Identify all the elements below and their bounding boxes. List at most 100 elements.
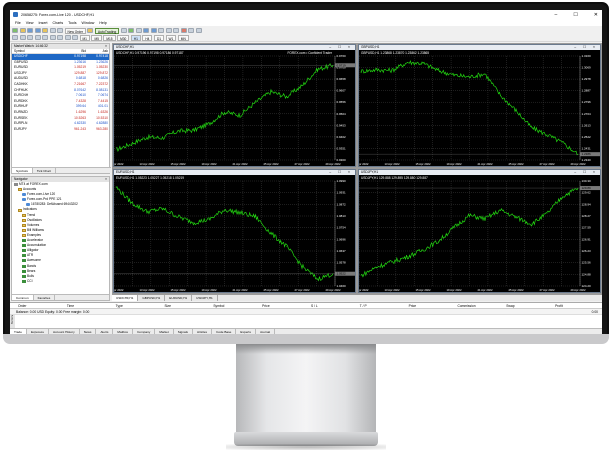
market-watch-row[interactable]: EURJPY 961.243 963.280 bbox=[12, 127, 109, 133]
bar-chart-icon[interactable] bbox=[120, 28, 127, 33]
navigator-icon[interactable] bbox=[42, 28, 48, 33]
close-button[interactable]: ✕ bbox=[594, 12, 598, 18]
terminal-column[interactable]: S / L bbox=[309, 303, 358, 308]
periods-icon[interactable] bbox=[188, 28, 195, 33]
terminal-column[interactable]: Price bbox=[407, 303, 456, 308]
menu-view[interactable]: View bbox=[26, 21, 34, 25]
metaeditor-icon[interactable] bbox=[87, 28, 94, 33]
profiles-icon[interactable] bbox=[19, 28, 26, 33]
chart-tab-gbpusd[interactable]: GBPUSD,H1 bbox=[138, 295, 166, 301]
folder-icon bbox=[18, 188, 22, 192]
candlestick-icon[interactable] bbox=[128, 28, 135, 33]
column-symbol[interactable]: Symbol bbox=[12, 49, 62, 53]
market-watch-icon[interactable] bbox=[27, 28, 33, 33]
tab-common[interactable]: Common bbox=[12, 295, 34, 300]
timeframe-h4[interactable]: H4 bbox=[142, 34, 153, 41]
terminal-column[interactable]: Type bbox=[114, 303, 163, 308]
timeframe-m1[interactable]: M1 bbox=[79, 34, 90, 41]
terminal-icon[interactable] bbox=[49, 28, 56, 33]
terminal-tab[interactable]: Journal bbox=[256, 329, 276, 334]
menu-file[interactable]: File bbox=[15, 21, 21, 25]
timeframe-w1[interactable]: W1 bbox=[165, 34, 177, 41]
price-tick-label: 1.2522 bbox=[582, 135, 592, 139]
terminal-tab[interactable]: Experts bbox=[236, 329, 256, 334]
data-window-icon[interactable] bbox=[34, 28, 41, 33]
autoscroll-icon[interactable] bbox=[165, 28, 172, 33]
arrow-tool-icon[interactable] bbox=[72, 35, 78, 40]
maximize-button[interactable]: ☐ bbox=[573, 12, 577, 18]
terminal-column[interactable]: Swap bbox=[504, 303, 553, 308]
new-chart-icon[interactable] bbox=[12, 28, 18, 33]
text-tool-icon[interactable] bbox=[64, 35, 71, 40]
menu-tools[interactable]: Tools bbox=[68, 21, 76, 25]
terminal-tab[interactable]: Code Base bbox=[212, 329, 237, 334]
terminal-column[interactable]: Price bbox=[260, 303, 309, 308]
terminal-tab[interactable]: Signals bbox=[174, 329, 193, 334]
terminal-column[interactable]: Profit bbox=[553, 303, 602, 308]
menu-insert[interactable]: Insert bbox=[39, 21, 48, 25]
line-chart-icon[interactable] bbox=[135, 28, 142, 33]
cursor-icon[interactable] bbox=[12, 35, 18, 40]
crosshair-icon[interactable] bbox=[19, 35, 26, 40]
chart-window-gbpusd[interactable]: GBPUSD,H1 – ☐ × GBPUSD,H1 1.23868 1.2387… bbox=[358, 44, 601, 167]
terminal-column[interactable]: Symbol bbox=[211, 303, 260, 308]
tab-symbols[interactable]: Symbols bbox=[12, 168, 33, 173]
price-point bbox=[193, 222, 194, 223]
minimize-button[interactable]: – bbox=[555, 12, 558, 18]
price-point bbox=[546, 134, 548, 135]
new-order-button[interactable]: New Order bbox=[64, 27, 86, 34]
timeframe-mn[interactable]: MN bbox=[177, 34, 189, 41]
terminal-tab[interactable]: Account History bbox=[49, 329, 80, 334]
terminal-column[interactable]: T / P bbox=[358, 303, 407, 308]
terminal-column[interactable]: Time bbox=[65, 303, 114, 308]
column-ask[interactable]: Ask bbox=[86, 49, 108, 53]
price-tick-label: 130.30 bbox=[582, 179, 592, 183]
timeframe-m30[interactable]: M30 bbox=[117, 34, 130, 41]
navigator-item[interactable]: CCI bbox=[12, 279, 109, 284]
chart-shift-icon[interactable] bbox=[173, 28, 180, 33]
trendline-icon[interactable] bbox=[42, 35, 48, 40]
chart-tab-usdchf[interactable]: USDCHF,H1 bbox=[112, 295, 139, 301]
terminal-tab[interactable]: Articles bbox=[193, 329, 213, 334]
terminal-column[interactable]: Commission bbox=[455, 303, 504, 308]
menu-help[interactable]: Help bbox=[99, 21, 106, 25]
chart-tab-usdjpy[interactable]: USDJPY,H1 bbox=[192, 295, 218, 301]
price-point bbox=[255, 101, 256, 103]
horizontal-line-icon[interactable] bbox=[34, 35, 41, 40]
zoom-in-icon[interactable] bbox=[143, 28, 150, 33]
channel-icon[interactable] bbox=[49, 35, 56, 40]
tile-windows-icon[interactable] bbox=[158, 28, 165, 33]
column-bid[interactable]: Bid bbox=[62, 49, 86, 53]
chart-window-usdchf[interactable]: USDCHF,H1 – ☐ × USDCHF,H1 0.97196 0.9719… bbox=[113, 44, 356, 167]
vertical-line-icon[interactable] bbox=[27, 35, 33, 40]
zoom-out-icon[interactable] bbox=[150, 28, 157, 33]
chart-tab-eurusd[interactable]: EURUSD,H1 bbox=[165, 295, 193, 301]
timeframe-m15[interactable]: M15 bbox=[103, 34, 116, 41]
terminal-tab[interactable]: Exposure bbox=[27, 329, 50, 334]
terminal-tab[interactable]: Company bbox=[133, 329, 156, 334]
tab-favorites[interactable]: Favorites bbox=[34, 295, 56, 300]
menu-charts[interactable]: Charts bbox=[53, 21, 64, 25]
strategy-tester-icon[interactable] bbox=[57, 28, 63, 33]
terminal-column[interactable]: Order bbox=[16, 303, 65, 308]
terminal-column[interactable]: Size bbox=[162, 303, 211, 308]
price-tick-label: 0.9402 bbox=[337, 135, 347, 139]
terminal-tab[interactable]: Alerts bbox=[96, 329, 114, 334]
chart-window-eurusd[interactable]: EURUSD,H1 – ☐ × EURUSD,H1 1.05223 1.0522… bbox=[113, 169, 356, 293]
terminal-tab[interactable]: Mailbox bbox=[113, 329, 134, 334]
terminal-tab[interactable]: Trade bbox=[10, 329, 27, 334]
timeframe-d1[interactable]: D1 bbox=[153, 34, 165, 41]
price-point bbox=[438, 240, 439, 242]
autotrading-button[interactable]: AutoTrading bbox=[94, 27, 120, 34]
indicators-icon[interactable] bbox=[180, 28, 187, 33]
menu-window[interactable]: Window bbox=[82, 21, 95, 25]
close-icon[interactable]: × bbox=[105, 44, 107, 49]
terminal-tab[interactable]: News bbox=[80, 329, 97, 334]
timeframe-m5[interactable]: M5 bbox=[91, 34, 102, 41]
tab-tick-chart[interactable]: Tick Chart bbox=[33, 168, 56, 173]
chart-window-usdjpy[interactable]: USDJPY,H1 – ☐ × USDJPY,H1 129.888 129.89… bbox=[358, 169, 601, 293]
fibonacci-icon[interactable] bbox=[57, 35, 63, 40]
templates-icon[interactable] bbox=[195, 28, 202, 33]
terminal-tab[interactable]: Market bbox=[155, 329, 174, 334]
timeframe-h1[interactable]: H1 bbox=[130, 34, 141, 41]
